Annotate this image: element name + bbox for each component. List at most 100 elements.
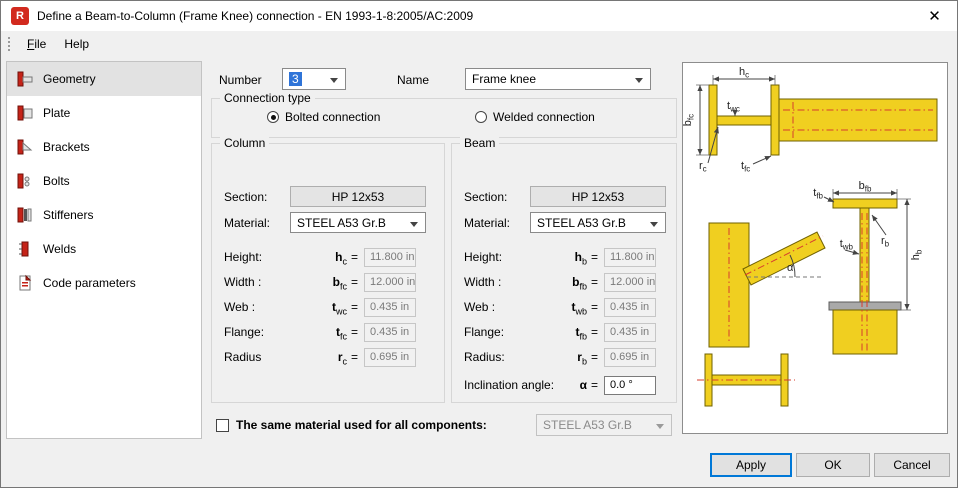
beam-web-symbol: twb = (571, 300, 598, 317)
bolted-connection-label: Bolted connection (285, 110, 381, 124)
inclination-angle-symbol: α = (579, 378, 598, 392)
column-material-value: STEEL A53 Gr.B (297, 215, 386, 230)
column-width-label: Width : (224, 275, 262, 289)
close-button[interactable]: ✕ (912, 1, 957, 31)
same-material-dropdown: STEEL A53 Gr.B (536, 414, 672, 436)
column-web-row: Web : twc = 0.435 in (224, 298, 428, 318)
column-width-row: Width : bfc = 12.000 in (224, 273, 428, 293)
menu-bar: File Help (1, 31, 957, 57)
bolted-connection-radio[interactable]: Bolted connection (267, 110, 380, 124)
column-web (716, 115, 772, 126)
same-material-label[interactable]: The same material used for all component… (236, 418, 487, 432)
beam-width-label: Width : (464, 275, 502, 289)
beam-material-dropdown[interactable]: STEEL A53 Gr.B (530, 212, 666, 233)
beam-flange-symbol: tfb = (575, 325, 598, 342)
beam-radius-symbol: rb = (577, 350, 598, 367)
twc-label: twc (727, 100, 740, 114)
column-section-plan (708, 84, 780, 156)
connection-type-group-label: Connection type (220, 91, 315, 105)
toolbar-drag-handle[interactable] (8, 37, 10, 51)
bfb-dimension: bfb (832, 180, 898, 199)
column-width-field: 12.000 in (364, 273, 416, 292)
hc-dimension: hc (712, 66, 776, 85)
twb-label: twb (840, 238, 854, 252)
column-height-label: Height: (224, 250, 263, 264)
beam-material-value: STEEL A53 Gr.B (537, 215, 626, 230)
twb-callout: twb (840, 238, 860, 255)
menu-help[interactable]: Help (55, 34, 98, 54)
beam-flange-row: Flange: tfb = 0.435 in (464, 323, 668, 343)
sidebar-item-label: Brackets (43, 140, 90, 154)
ok-button[interactable]: OK (796, 453, 870, 477)
sidebar-item-code-parameters[interactable]: Code parameters (7, 266, 201, 300)
beam-web-row: Web : twb = 0.435 in (464, 298, 668, 318)
column-material-dropdown[interactable]: STEEL A53 Gr.B (290, 212, 426, 233)
title-bar: R Define a Beam-to-Column (Frame Knee) c… (1, 1, 957, 31)
same-material-checkbox[interactable] (216, 419, 229, 432)
chevron-down-icon (410, 222, 418, 227)
sidebar-item-brackets[interactable]: Brackets (7, 130, 201, 164)
diagram-panel: hc bfc twc tfc rc α bfb tfb twb rb hb (682, 62, 948, 434)
column-flange-label: Flange: (224, 325, 265, 339)
window-title: Define a Beam-to-Column (Frame Knee) con… (37, 9, 474, 23)
sidebar-item-label: Bolts (43, 174, 70, 188)
number-dropdown[interactable]: 3 (282, 68, 346, 90)
app-icon-letter: R (16, 10, 24, 22)
hb-dimension: hb (897, 198, 924, 311)
column-flange-row: Flange: tfc = 0.435 in (224, 323, 428, 343)
plate-icon (17, 105, 33, 121)
beam-width-row: Width : bfb = 12.000 in (464, 273, 668, 293)
column-group: Column Section: HP 12x53 Material: STEEL… (211, 136, 445, 403)
chevron-down-icon (650, 222, 658, 227)
connection-type-group: Connection type Bolted connection Welded… (211, 91, 677, 138)
menu-file[interactable]: File (18, 34, 55, 54)
column-height-symbol: hc = (335, 250, 358, 267)
column-section-button[interactable]: HP 12x53 (290, 186, 426, 207)
welded-connection-label: Welded connection (493, 110, 595, 124)
beam-section-button[interactable]: HP 12x53 (530, 186, 666, 207)
apply-button[interactable]: Apply (710, 453, 792, 477)
dialog-window: R Define a Beam-to-Column (Frame Knee) c… (0, 0, 958, 488)
geometry-icon (17, 71, 33, 87)
sidebar-item-welds[interactable]: Welds (7, 232, 201, 266)
column-right-flange (770, 84, 780, 156)
beam-height-row: Height: hb = 11.800 in (464, 248, 668, 268)
bfb-dim-label: bfb (859, 180, 872, 194)
beam-height-symbol: hb = (574, 250, 598, 267)
beam-height-label: Height: (464, 250, 503, 264)
name-dropdown[interactable]: Frame knee (465, 68, 651, 90)
column-web-label: Web : (224, 300, 256, 314)
hc-dim-label: hc (739, 66, 749, 80)
tfc-callout: tfc (741, 155, 772, 174)
sidebar-item-geometry[interactable]: Geometry (7, 62, 201, 96)
sidebar-item-bolts[interactable]: Bolts (7, 164, 201, 198)
beam-web (859, 207, 870, 303)
cancel-button[interactable]: Cancel (874, 453, 950, 477)
name-label: Name (397, 73, 430, 87)
connection-plate (828, 301, 902, 311)
column-radius-label: Radius (224, 350, 262, 364)
beam-section-label: Section: (464, 190, 508, 204)
same-material-value: STEEL A53 Gr.B (543, 418, 632, 432)
sidebar-item-label: Code parameters (43, 276, 136, 290)
radio-icon (475, 111, 487, 123)
welds-icon (19, 241, 29, 257)
inclination-angle-input[interactable]: 0.0 ° (604, 376, 656, 395)
beam-height-field: 11.800 in (604, 248, 656, 267)
column-group-label: Column (220, 136, 270, 150)
beam-profile-bottom (697, 353, 795, 407)
rb-callout: rb (871, 214, 890, 249)
column-below-plate (832, 309, 898, 355)
column-web-field: 0.435 in (364, 298, 416, 317)
sidebar: Geometry Plate Brackets Bolts Stiffeners… (6, 61, 202, 439)
welded-connection-radio[interactable]: Welded connection (475, 110, 595, 124)
sidebar-item-plate[interactable]: Plate (7, 96, 201, 130)
code-parameters-icon (19, 274, 32, 291)
column-material-label: Material: (224, 216, 271, 230)
inclination-angle-label: Inclination angle: (464, 378, 555, 392)
column-height-row: Height: hc = 11.800 in (224, 248, 428, 268)
beam-radius-field: 0.695 in (604, 348, 656, 367)
brackets-icon (17, 139, 33, 155)
app-icon: R (11, 7, 29, 25)
sidebar-item-stiffeners[interactable]: Stiffeners (7, 198, 201, 232)
